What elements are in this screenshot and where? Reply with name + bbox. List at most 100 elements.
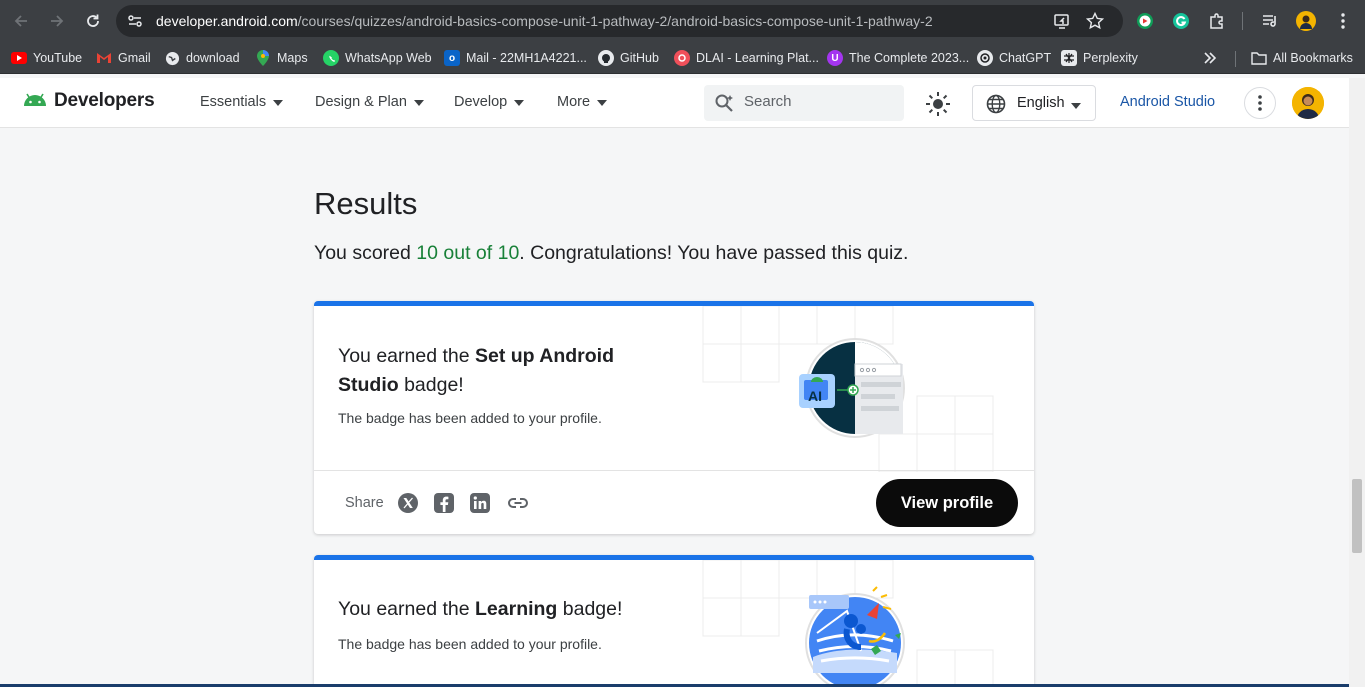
bookmark-perplexity[interactable]: Perplexity: [1061, 49, 1138, 67]
url-text[interactable]: developer.android.com/courses/quizzes/an…: [156, 13, 933, 29]
bookmark-maps[interactable]: Maps: [255, 49, 308, 67]
caret-down-icon: [1071, 103, 1081, 109]
extensions-puzzle-icon[interactable]: [1207, 11, 1227, 31]
youtube-icon: [11, 52, 27, 64]
bookmark-whatsapp[interactable]: WhatsApp Web: [323, 49, 432, 67]
reading-list-icon[interactable]: [1260, 11, 1280, 31]
search-box[interactable]: [704, 85, 904, 121]
search-icon: [714, 93, 736, 118]
earned-suffix: badge!: [557, 598, 623, 620]
bookmark-udemy-course[interactable]: U The Complete 2023...: [827, 49, 969, 67]
bookmark-outlook-mail[interactable]: o Mail - 22MH1A4221...: [444, 49, 587, 67]
copy-link-icon[interactable]: [507, 492, 529, 514]
badge-card-setup-android-studio: You earned the Set up Android Studio bad…: [314, 301, 1034, 534]
chatgpt-icon: [977, 50, 993, 66]
globe-icon: [986, 94, 1006, 119]
bookmark-github[interactable]: GitHub: [598, 49, 659, 67]
bookmark-label: ChatGPT: [999, 51, 1052, 65]
address-bar[interactable]: developer.android.com/courses/quizzes/an…: [116, 5, 1123, 37]
menu-label: Develop: [454, 94, 508, 110]
view-profile-button[interactable]: View profile: [876, 479, 1018, 527]
card-divider: [314, 470, 1034, 471]
bookmark-label: The Complete 2023...: [849, 51, 970, 65]
all-bookmarks-folder[interactable]: All Bookmarks: [1251, 49, 1353, 67]
bookmark-download[interactable]: download: [164, 49, 240, 67]
whatsapp-icon: [323, 50, 339, 66]
site-settings-icon[interactable]: [127, 13, 143, 29]
bookmark-label: GitHub: [620, 51, 659, 65]
bookmark-chatgpt[interactable]: ChatGPT: [977, 49, 1051, 67]
menu-label: Design & Plan: [315, 94, 407, 110]
score-message: You scored 10 out of 10. Congratulations…: [314, 242, 908, 265]
badge-added-text: The badge has been added to your profile…: [338, 410, 602, 426]
udemy-icon: U: [827, 50, 843, 66]
gmail-icon: [96, 50, 112, 66]
language-selector[interactable]: English: [972, 85, 1096, 121]
share-label: Share: [345, 495, 384, 511]
user-avatar[interactable]: [1292, 87, 1324, 119]
profile-avatar-icon[interactable]: [1296, 11, 1316, 31]
caret-down-icon: [273, 100, 284, 106]
score-prefix: You scored: [314, 242, 417, 264]
caret-down-icon: [413, 100, 424, 106]
badge-name: Learning: [475, 598, 558, 620]
learning-badge-image: [805, 586, 905, 685]
back-icon[interactable]: [9, 9, 33, 33]
results-title: Results: [314, 186, 418, 221]
bookmark-gmail[interactable]: Gmail: [96, 49, 151, 67]
dlai-icon: [674, 50, 690, 66]
bookmark-star-icon[interactable]: [1085, 11, 1105, 30]
site-header: Developers Essentials Design & Plan Deve…: [0, 78, 1349, 128]
menu-more[interactable]: More: [557, 94, 608, 110]
x-twitter-share-icon[interactable]: [397, 492, 419, 514]
bookmark-label: DLAI - Learning Plat...: [696, 51, 819, 65]
bookmarks-bar: YouTube Gmail download Maps WhatsApp Web…: [0, 42, 1365, 74]
url-host: developer.android.com: [156, 13, 298, 29]
chrome-menu-icon[interactable]: [1333, 11, 1353, 31]
menu-develop[interactable]: Develop: [454, 94, 525, 110]
bookmark-youtube[interactable]: YouTube: [11, 49, 82, 67]
forward-icon[interactable]: [45, 9, 69, 33]
bookmark-label: Perplexity: [1083, 51, 1138, 65]
more-bookmarks-chevron-icon[interactable]: [1203, 49, 1217, 67]
github-icon: [598, 50, 614, 66]
bookmark-label: Gmail: [118, 51, 151, 65]
bookmarks-separator: [1235, 51, 1236, 67]
reload-icon[interactable]: [81, 9, 105, 33]
all-bookmarks-label: All Bookmarks: [1273, 51, 1353, 65]
globe-icon: [164, 50, 180, 66]
menu-design-plan[interactable]: Design & Plan: [315, 94, 424, 110]
maps-icon: [255, 50, 271, 66]
bookmark-label: YouTube: [33, 51, 83, 65]
url-path: /courses/quizzes/android-basics-compose-…: [297, 13, 933, 29]
logo-text: Developers: [54, 90, 155, 111]
outlook-icon: o: [444, 50, 460, 66]
perplexity-icon: [1061, 50, 1077, 66]
menu-label: Essentials: [200, 94, 267, 110]
bookmark-label: WhatsApp Web: [345, 51, 432, 65]
bookmark-label: Maps: [277, 51, 308, 65]
caret-down-icon: [514, 100, 525, 106]
more-options-icon[interactable]: [1244, 87, 1276, 119]
facebook-share-icon[interactable]: [433, 492, 455, 514]
page-scrollbar[interactable]: [1349, 78, 1365, 687]
menu-label: More: [557, 94, 591, 110]
linkedin-share-icon[interactable]: [469, 492, 491, 514]
install-app-icon[interactable]: [1053, 12, 1071, 30]
developers-logo[interactable]: Developers: [22, 90, 155, 112]
scrollbar-thumb[interactable]: [1352, 479, 1362, 553]
bookmark-label: download: [186, 51, 240, 65]
screen-recorder-extension-icon[interactable]: [1135, 11, 1155, 31]
android-studio-link[interactable]: Android Studio: [1120, 94, 1215, 110]
badge-added-text: The badge has been added to your profile…: [338, 636, 602, 652]
earned-suffix: badge!: [398, 374, 464, 396]
search-input[interactable]: [744, 93, 894, 110]
earned-prefix: You earned the: [338, 345, 475, 367]
light-mode-sun-icon[interactable]: [924, 90, 952, 118]
grammarly-extension-icon[interactable]: [1171, 11, 1191, 31]
earned-text: You earned the Learning badge!: [338, 595, 622, 624]
earned-prefix: You earned the: [338, 598, 475, 620]
language-label: English: [1017, 95, 1065, 111]
bookmark-dlai[interactable]: DLAI - Learning Plat...: [674, 49, 819, 67]
menu-essentials[interactable]: Essentials: [200, 94, 284, 110]
